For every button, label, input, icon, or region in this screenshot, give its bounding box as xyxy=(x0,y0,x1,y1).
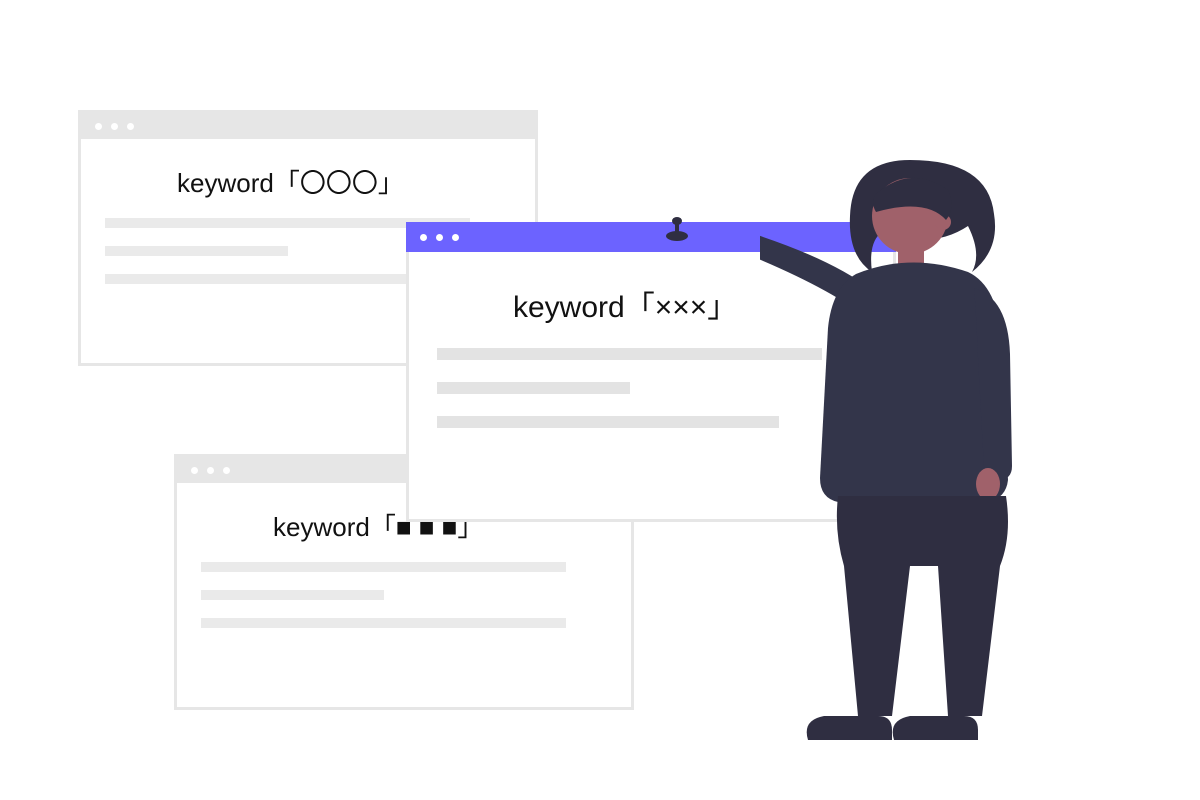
window-control-dot-icon xyxy=(223,467,230,474)
window-control-dot-icon xyxy=(191,467,198,474)
placeholder-line xyxy=(201,618,566,628)
window-control-dot-icon xyxy=(95,123,102,130)
placeholder-line xyxy=(105,246,288,256)
window-control-dot-icon xyxy=(420,234,427,241)
window-control-dot-icon xyxy=(452,234,459,241)
window-control-dot-icon xyxy=(436,234,443,241)
placeholder-line xyxy=(201,562,566,572)
keyword-label: keyword「〇〇〇」 xyxy=(177,163,511,200)
person-illustration xyxy=(760,140,1100,760)
placeholder-line xyxy=(201,590,384,600)
pin-icon xyxy=(662,216,692,246)
placeholder-line xyxy=(437,382,630,394)
window-control-dot-icon xyxy=(111,123,118,130)
placeholder-line xyxy=(437,416,779,428)
illustration-stage: keyword「〇〇〇」 keyword「■ ■ ■」 xyxy=(0,0,1200,800)
window-control-dot-icon xyxy=(127,123,134,130)
window-control-dot-icon xyxy=(207,467,214,474)
window-titlebar xyxy=(81,113,535,139)
